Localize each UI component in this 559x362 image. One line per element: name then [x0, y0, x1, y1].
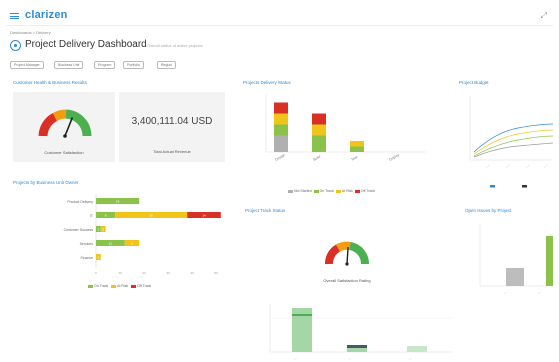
hbar-category-label: Finance [81, 256, 94, 260]
hbar-value-label: 30 [150, 214, 154, 218]
legend-off-track: Off Track [360, 189, 376, 193]
page-subtitle: Overall status of active projects [147, 43, 203, 48]
svg-text:......: ...... [504, 162, 511, 168]
legend-not-started: Not Started [294, 189, 312, 193]
svg-text:....: .... [536, 290, 541, 295]
svg-text:......: ...... [484, 162, 491, 168]
resource-bars-card: Projects by Business Unit Owner Product … [10, 178, 232, 298]
filter-project-manager[interactable]: Project Manager [10, 61, 44, 69]
legend-at-risk: At Risk [341, 189, 353, 193]
hbar-tick-label: 40 [190, 271, 194, 275]
profitability-title: Project Budget [459, 80, 489, 85]
health-kpi-title: Customer Health & Business Results [13, 80, 87, 85]
hbar-value-label: 12 [109, 242, 113, 246]
delivery-status-card: Projects Delivery Status Design Build Test… [240, 78, 426, 196]
delivery-category-label: Test [351, 155, 359, 162]
svg-text:....: .... [292, 356, 297, 361]
delivery-category-label: Design [275, 153, 286, 162]
filter-region[interactable]: Region [157, 61, 177, 69]
legend-hbar-on-track: On Track [94, 284, 109, 288]
hbar-category-label: Customer Success [64, 228, 94, 232]
filter-business-unit[interactable]: Business Unit [54, 61, 84, 69]
svg-text:....: .... [407, 356, 412, 361]
hbar-category-label: IT [90, 214, 94, 218]
delivery-category-label: Build [313, 154, 322, 161]
project-health-gauge-label: Overall Satisfaction Rating [323, 278, 370, 283]
health-kpi-card: Customer Health & Business Results Custo… [10, 78, 228, 166]
svg-text:....: .... [502, 290, 507, 295]
gauge-panel: Customer Satisfaction [13, 92, 115, 162]
gauge-label: Customer Satisfaction [44, 150, 83, 155]
hbar-tick-label: 0 [95, 271, 97, 275]
satisfaction-gauge: Customer Satisfaction [38, 109, 92, 155]
project-health-columns: .... .... .... [269, 304, 452, 361]
filter-portfolio[interactable]: Portfolio [123, 61, 144, 69]
dashboard-frame: clarizen ⤢ Dashboards > Delivery Project… [6, 6, 553, 362]
hbar-tick-label: 50 [214, 271, 218, 275]
delivery-bar-segment [350, 146, 364, 152]
hbar-tick-label: 30 [166, 271, 170, 275]
delivery-category-label: Deploy [389, 153, 401, 162]
profitability-card: Project Budget ...... ...... ...... ....… [456, 78, 553, 196]
hbar-value-label: 18 [116, 200, 120, 204]
project-health-title: Project Track Status [245, 208, 286, 213]
hbar-tick-label: 20 [142, 271, 146, 275]
hbar-value-label: 14 [202, 214, 206, 218]
delivery-bar-segment [350, 141, 364, 147]
risk-title: Open Issues by Project [465, 208, 512, 213]
resource-bars-title: Projects by Business Unit Owner [13, 180, 79, 185]
svg-text:......: ...... [542, 162, 549, 168]
resource-bars-chart: Product Delivery 18IT 8 30 14Customer Succes… [64, 194, 221, 275]
page-title: Project Delivery Dashboard [25, 39, 147, 50]
revenue-label: Total Actual Revenue [153, 149, 191, 154]
delivery-status-title: Projects Delivery Status [243, 80, 291, 85]
hbar-tick-label: 10 [118, 271, 122, 275]
delivery-bar-segment [312, 135, 326, 152]
delivery-bar-segment [312, 124, 326, 136]
delivery-status-chart: Design Build Test Deploy [265, 94, 426, 162]
dashboard-icon [10, 40, 21, 51]
legend-hbar-at-risk: At Risk [117, 284, 129, 288]
profitability-chart: ...... ...... ...... ...... [469, 96, 553, 188]
svg-text:......: ...... [524, 162, 531, 168]
resource-bars-legend: On Track At Risk Off Track [88, 284, 151, 288]
legend-hbar-off-track: Off Track [137, 284, 152, 288]
delivery-bar-segment [312, 113, 326, 125]
project-health-card: Project Track Status Overall Satisfactio… [242, 206, 452, 362]
revenue-amount: 3,400,111.04 USD [131, 116, 213, 127]
project-health-gauge: Overall Satisfaction Rating [323, 241, 371, 283]
svg-text:....: .... [347, 356, 352, 361]
delivery-legend: Not Started On Track At Risk Off Track [288, 189, 375, 193]
filter-program[interactable]: Program [94, 61, 116, 69]
legend-on-track: On Track [319, 189, 334, 193]
gauge-needle [64, 117, 74, 137]
hbar-category-label: Product Delivery [67, 200, 93, 204]
risk-chart: .... .... [479, 224, 553, 295]
breadcrumb[interactable]: Dashboards > Delivery [10, 30, 51, 35]
menu-icon[interactable] [10, 13, 19, 19]
delivery-bar-segment [274, 135, 288, 152]
revenue-panel: 3,400,111.04 USD Total Actual Revenue [119, 92, 225, 162]
app-logo[interactable]: clarizen [25, 9, 68, 21]
expand-icon[interactable]: ⤢ [541, 11, 547, 21]
top-bar: clarizen ⤢ [6, 6, 553, 26]
delivery-bar-segment [274, 113, 288, 125]
hbar-category-label: Services [80, 242, 94, 246]
risk-card: Open Issues by Project .... .... [462, 206, 553, 296]
delivery-bar-segment [274, 102, 288, 114]
delivery-bar-segment [274, 124, 288, 136]
